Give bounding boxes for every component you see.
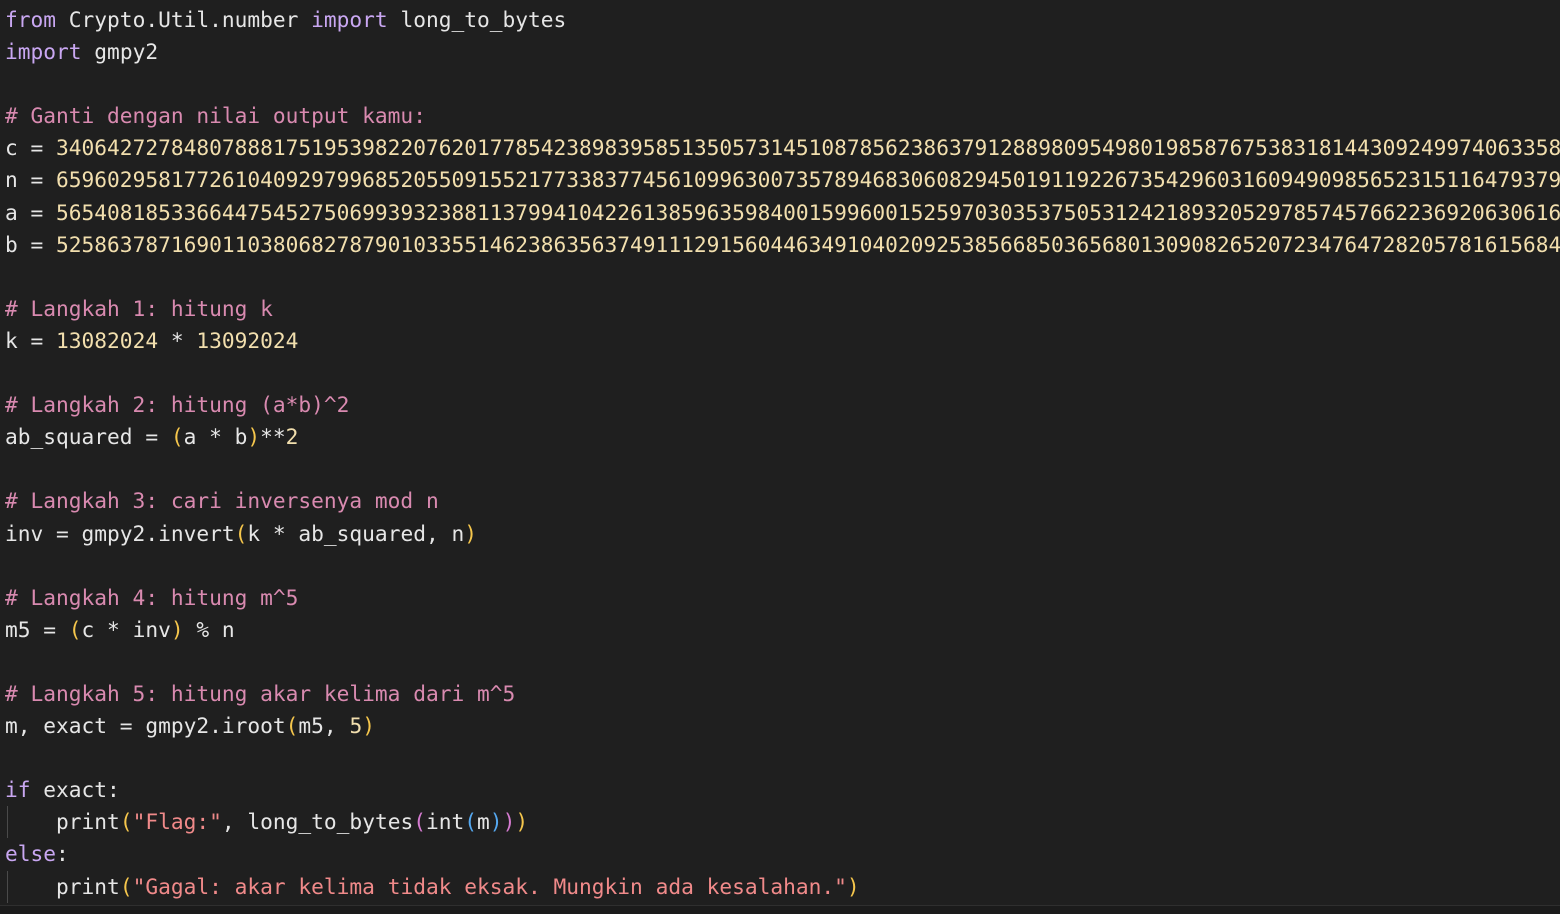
code-line[interactable]: # Langkah 4: hitung m^5 [0,582,1560,614]
code-token: k = [5,327,57,353]
code-line[interactable] [0,550,1560,582]
code-line[interactable]: n = 659602958177261040929799685205509155… [0,164,1560,196]
code-token: % n [183,616,235,642]
code-token: , long_to_bytes [221,809,414,835]
code-line[interactable]: a = 565408185336644754527506993932388113… [0,197,1560,229]
code-token: ( [68,616,82,642]
indent-guide [7,870,8,903]
code-token: ( [464,809,478,835]
code-line[interactable]: inv = gmpy2.invert(k * ab_squared, n) [0,518,1560,550]
code-line[interactable]: else: [0,838,1560,870]
code-token: import [311,7,388,32]
code-token: exact: [30,777,120,803]
code-token: ) [362,713,375,739]
code-line[interactable]: # Langkah 2: hitung (a*b)^2 [0,389,1560,421]
code-line[interactable]: # Langkah 5: hitung akar kelima dari m^5 [0,678,1560,710]
code-line[interactable]: m, exact = gmpy2.iroot(m5, 5) [0,710,1560,742]
code-token: long_to_bytes [387,7,567,32]
code-token: ) [502,809,516,835]
code-line[interactable] [0,357,1560,389]
code-token: ) [489,809,503,835]
code-token: : [56,841,69,867]
code-token: inv = gmpy2.invert [5,520,235,546]
horizontal-scrollbar[interactable] [0,905,1560,914]
code-token: from [5,7,57,32]
code-line[interactable]: import gmpy2 [0,36,1560,68]
code-token: k * ab_squared, n [247,520,465,546]
code-token: 5258637871690110380682787901033551462386… [56,231,1560,257]
code-token: Crypto.Util.number [56,7,312,32]
code-line[interactable]: # Langkah 1: hitung k [0,293,1560,325]
code-token: ) [464,520,477,546]
code-area[interactable]: from Crypto.Util.number import long_to_b… [0,4,1560,903]
code-token: else [5,841,57,867]
code-token: ( [119,809,133,835]
code-token: # Langkah 5: hitung akar kelima dari m^5 [5,680,516,706]
code-line[interactable]: if exact: [0,774,1560,806]
code-token: n = [5,167,57,193]
code-token: ** [260,424,286,450]
code-token: # Ganti dengan nilai output kamu: [5,103,426,129]
code-line[interactable]: print("Flag:", long_to_bytes(int(m))) [0,806,1560,839]
code-line[interactable]: c = 340642727848078881751953982207620177… [0,132,1560,164]
code-token: print [5,809,120,835]
code-token: c * inv [81,616,171,642]
code-line[interactable]: b = 525863787169011038068278790103355146… [0,229,1560,261]
code-token: # Langkah 2: hitung (a*b)^2 [5,392,350,418]
code-token: ( [285,713,299,739]
code-line[interactable] [0,646,1560,678]
code-token: ) [247,424,261,450]
code-token: ( [170,424,184,450]
code-line[interactable] [0,68,1560,100]
code-token: import [5,39,82,65]
code-token: ) [515,809,529,835]
code-token: # Langkah 1: hitung k [5,295,273,321]
code-token: ( [413,809,426,835]
code-token: m, exact = gmpy2.iroot [5,713,286,739]
code-token: ) [170,616,184,642]
code-token: 13092024 [196,327,299,353]
code-token: 13082024 [56,327,159,353]
code-line[interactable]: print("Gagal: akar kelima tidak eksak. M… [0,870,1560,903]
code-token: 6596029581772610409297996852055091552177… [56,167,1560,193]
code-token: "Gagal: akar kelima tidak eksak. Mungkin… [132,873,847,899]
code-token: "Flag:" [132,809,222,835]
code-token: # Langkah 4: hitung m^5 [5,584,299,610]
code-token: if [5,777,31,803]
code-token: m5, [298,713,350,739]
code-editor[interactable]: from Crypto.Util.number import long_to_b… [0,0,1560,914]
code-token: gmpy2 [81,39,159,65]
code-token: # Langkah 3: cari inversenya mod n [5,488,439,514]
indent-guide [7,806,8,839]
code-token: 2 [285,424,299,450]
code-token: a * b [183,424,248,450]
code-line[interactable]: # Langkah 3: cari inversenya mod n [0,485,1560,517]
code-token: 3406427278480788817519539822076201778542… [56,135,1560,161]
code-token: * [158,327,197,353]
code-token: int [425,809,465,835]
code-token: print [5,873,120,899]
code-line[interactable]: # Ganti dengan nilai output kamu: [0,100,1560,132]
code-token: 5 [349,713,363,739]
code-line[interactable] [0,742,1560,774]
code-line[interactable]: m5 = (c * inv) % n [0,614,1560,646]
code-token: m [477,809,490,835]
code-token: ) [846,873,860,899]
code-token: 5654081853366447545275069939323881137994… [56,199,1560,225]
code-line[interactable] [0,261,1560,293]
code-token: ab_squared = [5,424,171,450]
code-token: c = [5,135,57,161]
code-line[interactable]: ab_squared = (a * b)**2 [0,421,1560,453]
code-token: ( [234,520,248,546]
code-token: ( [119,873,133,899]
code-line[interactable] [0,453,1560,485]
code-line[interactable]: from Crypto.Util.number import long_to_b… [0,4,1560,36]
code-token: m5 = [5,616,69,642]
code-token: a = [5,199,57,225]
code-token: b = [5,231,57,257]
code-line[interactable]: k = 13082024 * 13092024 [0,325,1560,357]
